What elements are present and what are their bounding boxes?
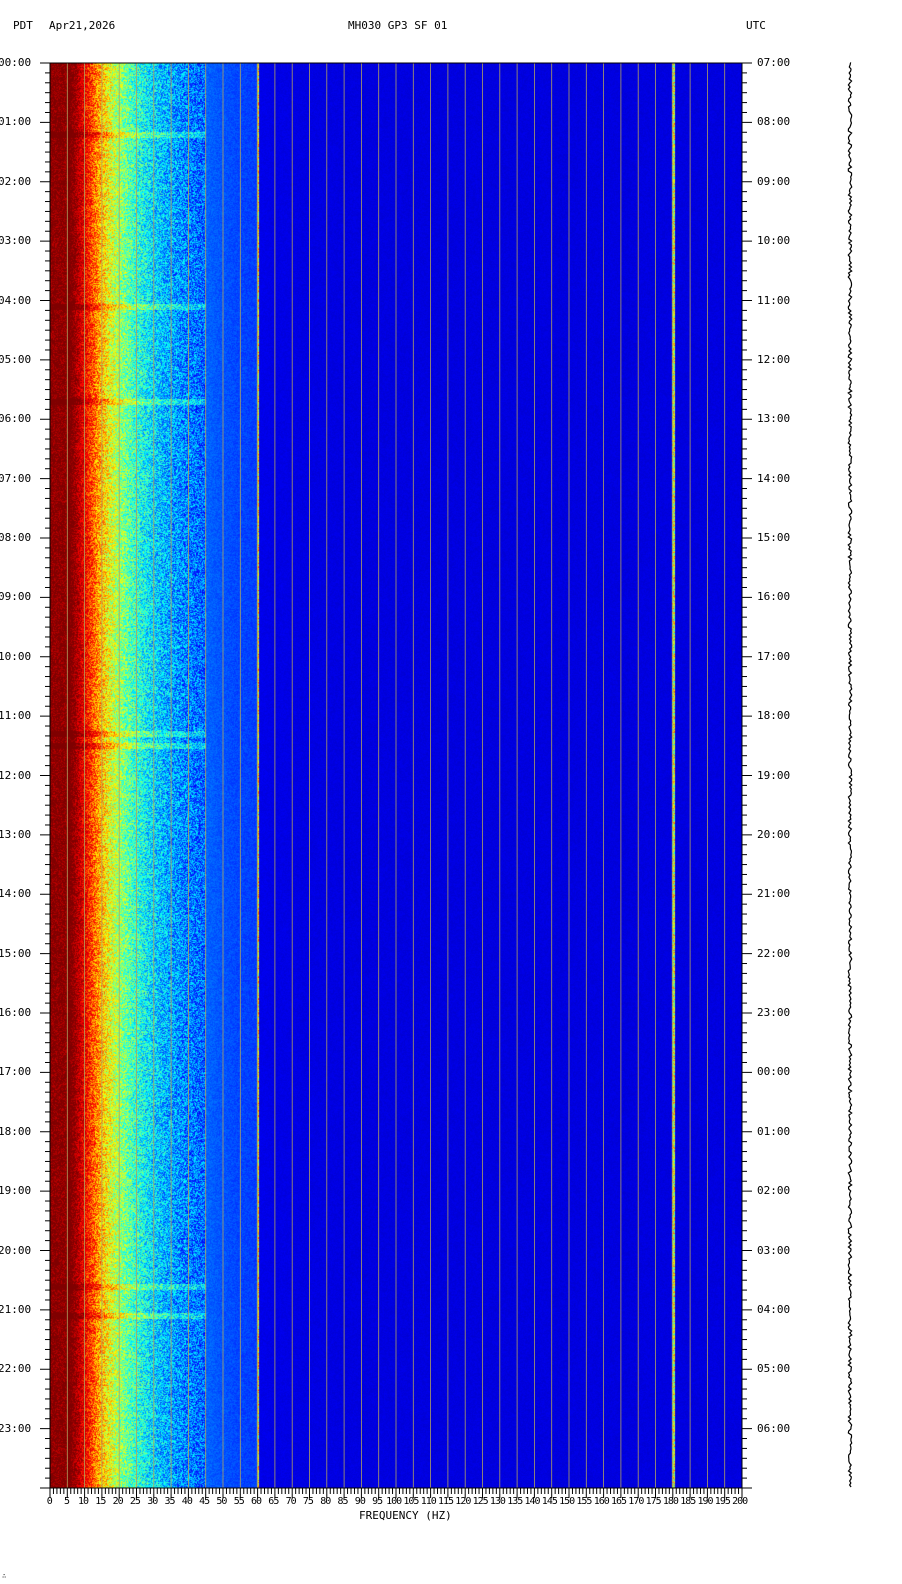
left-time-label: 01:00	[0, 115, 31, 128]
left-time-label: 23:00	[0, 1422, 31, 1435]
x-tick-label: 135	[507, 1496, 522, 1507]
x-tick-label: 90	[355, 1496, 365, 1507]
x-axis-label: FREQUENCY (HZ)	[359, 1509, 452, 1522]
left-time-label: 15:00	[0, 947, 31, 960]
x-tick-label: 75	[303, 1496, 313, 1507]
x-tick-label: 195	[715, 1496, 730, 1507]
x-tick-label: 155	[576, 1496, 591, 1507]
x-tick-label: 0	[47, 1496, 52, 1507]
right-time-label: 05:00	[757, 1362, 790, 1375]
right-time-label: 19:00	[757, 769, 790, 782]
left-time-label: 07:00	[0, 472, 31, 485]
x-tick-label: 105	[403, 1496, 418, 1507]
right-time-label: 17:00	[757, 650, 790, 663]
right-time-label: 02:00	[757, 1184, 790, 1197]
left-time-label: 12:00	[0, 769, 31, 782]
x-tick-label: 165	[611, 1496, 626, 1507]
x-tick-label: 170	[628, 1496, 643, 1507]
x-tick-label: 80	[320, 1496, 330, 1507]
right-time-label: 12:00	[757, 353, 790, 366]
left-time-label: 09:00	[0, 590, 31, 603]
x-tick-label: 175	[646, 1496, 661, 1507]
right-time-label: 21:00	[757, 887, 790, 900]
x-tick-label: 190	[698, 1496, 713, 1507]
right-time-label: 18:00	[757, 709, 790, 722]
right-time-label: 16:00	[757, 590, 790, 603]
right-time-label: 09:00	[757, 175, 790, 188]
x-tick-label: 130	[490, 1496, 505, 1507]
x-tick-label: 65	[268, 1496, 278, 1507]
right-time-label: 15:00	[757, 531, 790, 544]
x-tick-label: 145	[542, 1496, 557, 1507]
x-tick-label: 120	[455, 1496, 470, 1507]
right-time-label: 04:00	[757, 1303, 790, 1316]
left-time-label: 08:00	[0, 531, 31, 544]
left-time-label: 20:00	[0, 1244, 31, 1257]
x-tick-label: 115	[438, 1496, 453, 1507]
x-tick-label: 95	[372, 1496, 382, 1507]
seismogram-trace	[848, 63, 851, 1487]
right-time-label: 14:00	[757, 472, 790, 485]
left-time-label: 05:00	[0, 353, 31, 366]
x-tick-label: 45	[199, 1496, 209, 1507]
right-time-label: 22:00	[757, 947, 790, 960]
x-tick-label: 30	[147, 1496, 157, 1507]
right-time-label: 00:00	[757, 1065, 790, 1078]
x-tick-label: 85	[338, 1496, 348, 1507]
right-time-label: 08:00	[757, 115, 790, 128]
x-tick-label: 35	[165, 1496, 175, 1507]
left-time-label: 14:00	[0, 887, 31, 900]
x-tick-label: 180	[663, 1496, 678, 1507]
x-tick-label: 185	[680, 1496, 695, 1507]
x-tick-label: 125	[473, 1496, 488, 1507]
left-time-label: 13:00	[0, 828, 31, 841]
right-time-label: 07:00	[757, 56, 790, 69]
right-time-label: 06:00	[757, 1422, 790, 1435]
x-tick-label: 60	[251, 1496, 261, 1507]
x-tick-label: 55	[234, 1496, 244, 1507]
left-time-label: 06:00	[0, 412, 31, 425]
x-tick-label: 10	[78, 1496, 88, 1507]
x-tick-label: 150	[559, 1496, 574, 1507]
left-time-label: 21:00	[0, 1303, 31, 1316]
left-time-label: 19:00	[0, 1184, 31, 1197]
x-tick-label: 200	[732, 1496, 747, 1507]
left-time-label: 00:00	[0, 56, 31, 69]
x-tick-label: 110	[421, 1496, 436, 1507]
left-time-label: 22:00	[0, 1362, 31, 1375]
right-time-label: 11:00	[757, 294, 790, 307]
footer-mark: ∴	[2, 1572, 6, 1580]
left-time-label: 02:00	[0, 175, 31, 188]
right-time-label: 23:00	[757, 1006, 790, 1019]
right-time-label: 01:00	[757, 1125, 790, 1138]
x-tick-label: 70	[286, 1496, 296, 1507]
x-tick-label: 140	[525, 1496, 540, 1507]
left-time-label: 03:00	[0, 234, 31, 247]
x-tick-label: 5	[64, 1496, 69, 1507]
left-time-label: 17:00	[0, 1065, 31, 1078]
x-tick-label: 160	[594, 1496, 609, 1507]
left-time-label: 11:00	[0, 709, 31, 722]
left-time-label: 04:00	[0, 294, 31, 307]
x-tick-label: 100	[386, 1496, 401, 1507]
x-tick-label: 50	[216, 1496, 226, 1507]
left-time-label: 10:00	[0, 650, 31, 663]
x-tick-label: 20	[113, 1496, 123, 1507]
right-time-label: 20:00	[757, 828, 790, 841]
x-tick-label: 15	[95, 1496, 105, 1507]
right-time-label: 13:00	[757, 412, 790, 425]
x-tick-label: 25	[130, 1496, 140, 1507]
left-time-label: 18:00	[0, 1125, 31, 1138]
left-time-label: 16:00	[0, 1006, 31, 1019]
right-time-label: 03:00	[757, 1244, 790, 1257]
x-tick-label: 40	[182, 1496, 192, 1507]
right-time-label: 10:00	[757, 234, 790, 247]
